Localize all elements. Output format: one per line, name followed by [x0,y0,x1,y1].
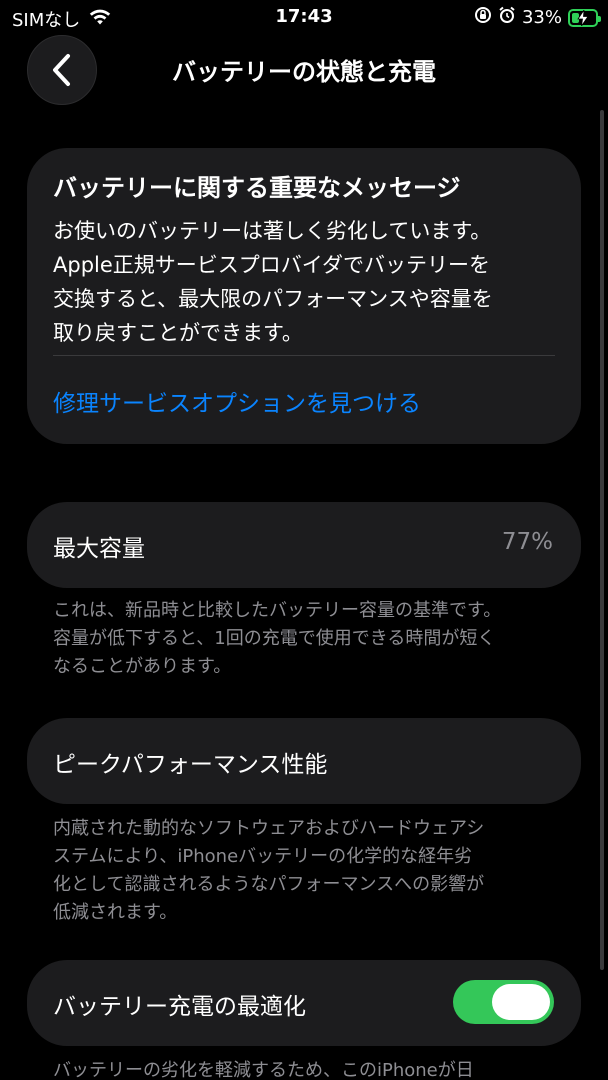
battery-percent: 33% [521,7,562,28]
scroll-indicator[interactable] [600,110,604,970]
message-body: お使いのバッテリーは著しく劣化しています。 Apple正規サービスプロバイダでバ… [53,219,493,345]
screen: SIMなし 17:43 33% バッテリーの状態と充電 バッテリーに関する重要な… [0,0,608,1080]
max-capacity-row: 最大容量 77% [27,502,581,588]
peak-performance-footnote: 内蔵された動的なソフトウェアおよびハードウェアシ ステムにより、iPhoneバッ… [53,818,485,923]
max-capacity-footnote: これは、新品時と比較したバッテリー容量の基準です。 容量が低下すると、1回の充電… [53,600,502,677]
max-capacity-label: 最大容量 [53,536,145,562]
battery-charging-icon [568,8,601,27]
peak-performance-label: ピークパフォーマンス性能 [53,752,328,778]
battery-cap [598,15,601,22]
charging-bolt-icon [577,9,589,26]
charge-optimization-toggle[interactable] [453,980,554,1024]
status-bar: SIMなし 17:43 33% [0,0,608,34]
message-title: バッテリーに関する重要なメッセージ [53,174,461,202]
peak-performance-row: ピークパフォーマンス性能 [27,718,581,804]
charge-optimization-label: バッテリー充電の最適化 [53,994,306,1020]
alarm-icon [498,6,516,29]
status-right: 33% [474,6,601,29]
charge-optimization-footnote: バッテリーの劣化を軽減するため、このiPhoneが日 [53,1060,474,1080]
page-title: バッテリーの状態と充電 [172,58,436,86]
message-divider [53,355,555,356]
orientation-lock-icon [474,6,492,29]
battery-message-card: バッテリーに関する重要なメッセージ お使いのバッテリーは著しく劣化しています。 … [27,148,581,444]
find-repair-options-link[interactable]: 修理サービスオプションを見つける [53,384,421,418]
toggle-knob [492,984,550,1020]
charge-optimization-row: バッテリー充電の最適化 [27,960,581,1046]
max-capacity-value: 77% [501,529,553,555]
